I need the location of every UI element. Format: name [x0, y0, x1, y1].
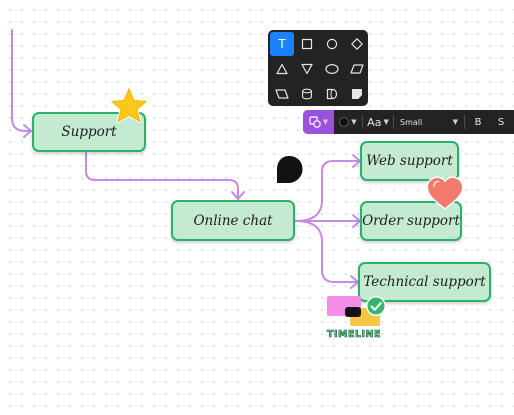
chevron-down-icon: ▼: [452, 118, 458, 126]
diamond-icon: [351, 38, 363, 50]
font-dropdown[interactable]: Aa ▼: [363, 110, 393, 134]
bold-label: B: [474, 116, 482, 128]
star-sticker[interactable]: [109, 86, 149, 126]
cylinder-icon: [302, 88, 312, 100]
fill-color-dropdown[interactable]: ▼: [334, 110, 362, 134]
document-shape-button[interactable]: [345, 82, 369, 106]
document-shape-icon: [352, 89, 362, 99]
parallelogram-shape-button[interactable]: [345, 57, 369, 81]
node-online-chat[interactable]: Online chat: [171, 200, 295, 241]
font-size-label: Small: [400, 117, 423, 127]
node-online-chat-label: Online chat: [193, 212, 273, 229]
strikethrough-label: S: [497, 116, 505, 128]
formatting-toolbar: ▼ ▼ Aa ▼ Small ▼ B S: [303, 110, 514, 134]
shapes-icon: [309, 116, 321, 128]
node-web-support-label: Web support: [366, 153, 453, 169]
shape-type-dropdown[interactable]: ▼: [303, 110, 334, 134]
parallelogram-left-icon: [275, 89, 289, 99]
parallelogram-icon: [350, 64, 364, 74]
cylinder-shape-button[interactable]: [295, 82, 319, 106]
color-swatch-icon: [339, 117, 350, 127]
triangle-icon: [276, 63, 288, 75]
timeline-sticker-graphic[interactable]: [326, 294, 388, 330]
triangle-shape-button[interactable]: [270, 57, 294, 81]
whiteboard-canvas[interactable]: Support Online chat Web support Order su…: [0, 0, 514, 415]
black-blob-shape[interactable]: [270, 152, 308, 188]
circle-shape-button[interactable]: [320, 32, 344, 56]
rounded-square-shape-button[interactable]: [320, 82, 344, 106]
diamond-shape-button[interactable]: [345, 32, 369, 56]
square-shape-button[interactable]: [295, 32, 319, 56]
strikethrough-button[interactable]: S: [491, 110, 511, 134]
bold-button[interactable]: B: [465, 110, 491, 134]
parallelogram-left-shape-button[interactable]: [270, 82, 294, 106]
square-icon: [301, 38, 313, 50]
ellipse-shape-button[interactable]: [320, 57, 344, 81]
connector-chat-technical-support: [295, 220, 359, 283]
node-technical-support-label: Technical support: [363, 274, 486, 290]
text-tool-button[interactable]: T: [270, 32, 294, 56]
connector-support-online-chat: [85, 151, 239, 200]
shape-picker-panel: T: [268, 30, 368, 106]
chevron-down-icon: ▼: [383, 118, 389, 126]
timeline-sticker-text: TIMELINE: [327, 329, 381, 341]
rounded-square-icon: [326, 88, 338, 100]
chevron-down-icon: ▼: [322, 118, 329, 126]
triangle-down-icon: [301, 63, 313, 75]
font-label: Aa: [367, 115, 382, 129]
text-tool-icon: T: [278, 37, 286, 51]
font-size-dropdown[interactable]: Small ▼: [394, 110, 464, 134]
node-support-label: Support: [61, 124, 117, 140]
triangle-down-shape-button[interactable]: [295, 57, 319, 81]
node-order-support-label: Order support: [362, 213, 460, 229]
ellipse-icon: [325, 63, 339, 75]
heart-sticker[interactable]: [425, 175, 465, 211]
chevron-down-icon: ▼: [351, 118, 357, 126]
circle-icon: [326, 38, 338, 50]
connector-incoming-support: [11, 29, 32, 132]
